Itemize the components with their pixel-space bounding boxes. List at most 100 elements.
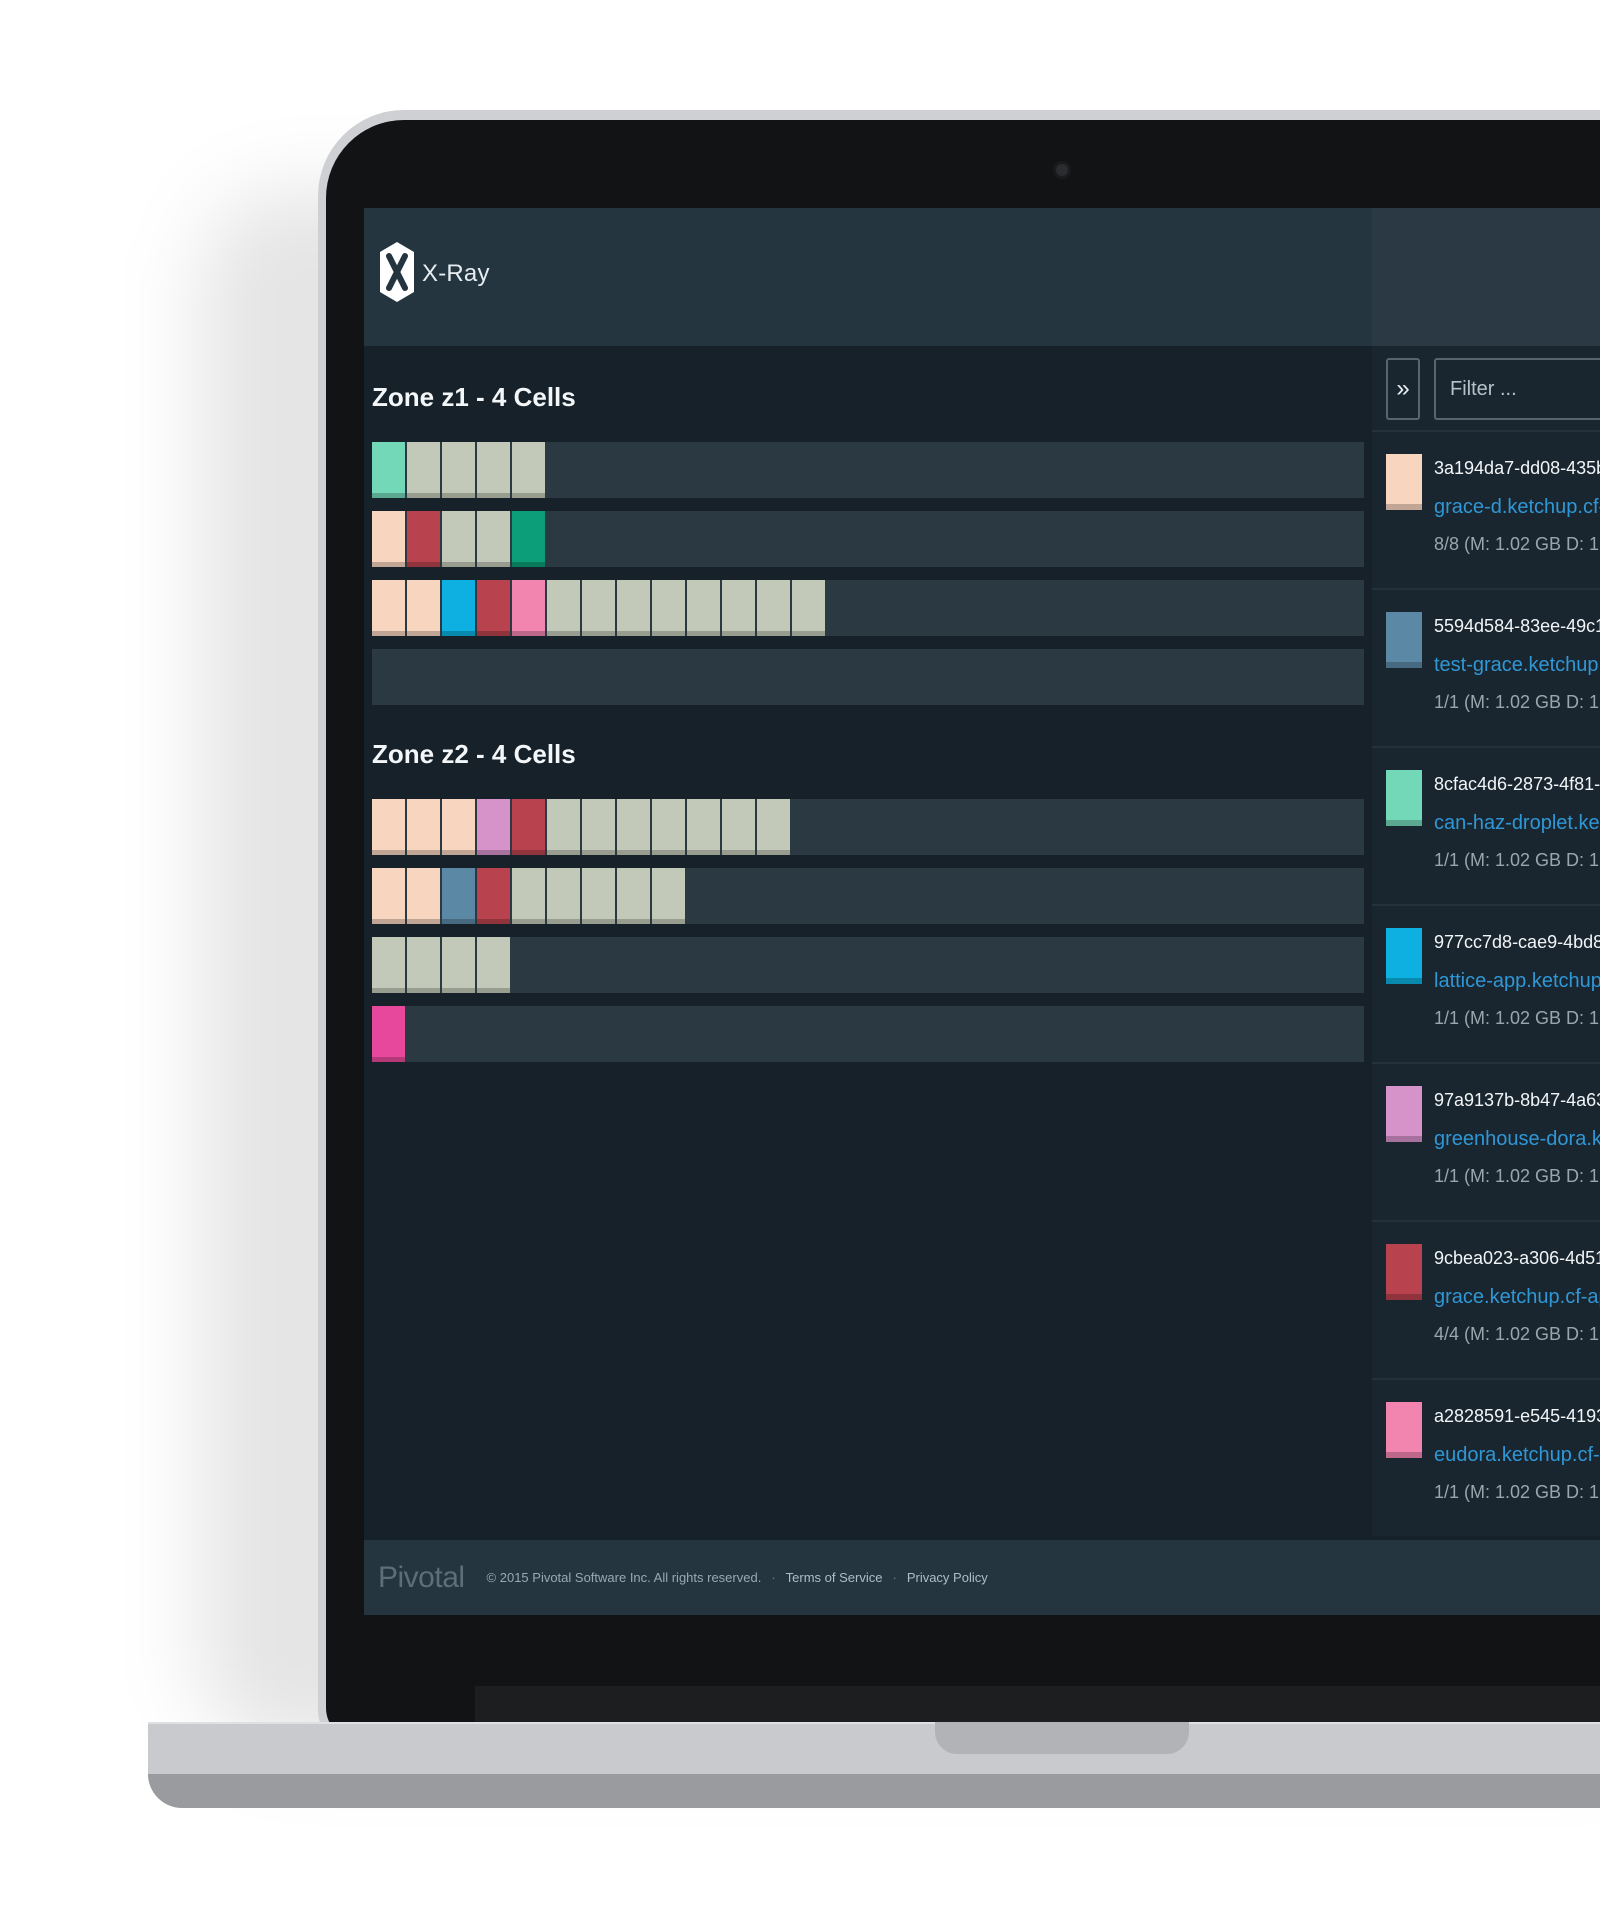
laptop-base [148,1722,1600,1776]
empty-slot [512,868,545,924]
process-list-item[interactable]: 5594d584-83ee-49c1-823 test-grace.ketchup… [1372,588,1600,746]
pivotal-logo: Pivotal [378,1560,465,1594]
process-guid: 9cbea023-a306-4d51-86ff [1434,1248,1600,1268]
cell-bar[interactable] [372,511,1364,567]
terms-of-service-link[interactable]: Terms of Service [786,1570,883,1585]
process-list-item[interactable]: 8cfac4d6-2873-4f81-9993 can-haz-droplet.k… [1372,746,1600,904]
process-route-link[interactable]: grace-d.ketchup.cf-app.c [1434,496,1600,519]
empty-slot [442,937,475,993]
empty-slot [477,511,510,567]
empty-slot [407,937,440,993]
process-guid: 977cc7d8-cae9-4bd8-acd [1434,932,1600,952]
process-color-swatch [1386,770,1422,826]
zone-title: Zone z1 - 4 Cells [372,382,576,412]
process-instances-meta: 1/1 (M: 1.02 GB D: 1.02 GB [1434,1166,1600,1186]
camera-icon [1056,164,1068,176]
collapse-sidebar-button[interactable]: » [1386,358,1420,420]
empty-slot [652,580,685,636]
lrp-block[interactable] [442,580,475,636]
process-instances-meta: 1/1 (M: 1.02 GB D: 1.02 GB [1434,1482,1600,1502]
process-color-swatch [1386,1402,1422,1458]
lrp-block[interactable] [512,580,545,636]
bezel-lower-strip [475,1686,1600,1722]
empty-slot [547,868,580,924]
empty-slot [617,799,650,855]
lrp-block[interactable] [512,799,545,855]
process-guid: a2828591-e545-4193-84c [1434,1406,1600,1426]
process-color-swatch [1386,1244,1422,1300]
empty-slot [687,580,720,636]
app-title: X-Ray [422,260,490,287]
process-route-link[interactable]: lattice-app.ketchup.cf-ap [1434,970,1600,993]
cell-bar[interactable] [372,937,1364,993]
footer: Pivotal © 2015 Pivotal Software Inc. All… [364,1540,1600,1615]
lrp-block[interactable] [372,799,405,855]
empty-slot [547,799,580,855]
empty-slot [442,442,475,498]
lrp-block[interactable] [407,580,440,636]
empty-slot [617,868,650,924]
process-route-link[interactable]: greenhouse-dora.ketchup [1434,1128,1600,1151]
cell-bar[interactable] [372,799,1364,855]
lrp-block[interactable] [372,442,405,498]
process-instances-meta: 8/8 (M: 1.02 GB D: 1.02 GB [1434,534,1600,554]
empty-slot [442,511,475,567]
empty-slot [372,937,405,993]
process-color-swatch [1386,612,1422,668]
process-list-item[interactable]: 97a9137b-8b47-4a63-9f4 greenhouse-dora.ke… [1372,1062,1600,1220]
process-color-swatch [1386,1086,1422,1142]
empty-slot [722,580,755,636]
lrp-block[interactable] [477,799,510,855]
app-header: X-Ray [364,208,1600,346]
app-screen: X-Ray Zone z1 - 4 Cells Zone z2 - 4 Cells… [364,208,1600,1615]
cell-bar[interactable] [372,1006,1364,1062]
lrp-block[interactable] [442,799,475,855]
lrp-block[interactable] [477,868,510,924]
process-instances-meta: 1/1 (M: 1.02 GB D: 1.02 GB [1434,850,1600,870]
lrp-block[interactable] [372,868,405,924]
footer-separator: · [892,1570,897,1585]
lrp-block[interactable] [407,511,440,567]
lrp-block[interactable] [372,580,405,636]
process-route-link[interactable]: can-haz-droplet.ketchup. [1434,812,1600,835]
cell-bar[interactable] [372,580,1364,636]
process-route-link[interactable]: test-grace.ketchup.cf-app [1434,654,1600,677]
process-route-link[interactable]: grace.ketchup.cf-app.con [1434,1286,1600,1309]
lrp-block[interactable] [372,1006,405,1062]
empty-slot [547,580,580,636]
cell-bar[interactable] [372,868,1364,924]
copyright-text: © 2015 Pivotal Software Inc. All rights … [486,1570,762,1585]
laptop-mockup: X-Ray Zone z1 - 4 Cells Zone z2 - 4 Cells… [0,0,1600,1920]
process-list: 3a194da7-dd08-435b-992 grace-d.ketchup.cf… [1372,430,1600,1536]
lrp-block[interactable] [372,511,405,567]
process-route-link[interactable]: eudora.ketchup.cf-app.co [1434,1444,1600,1467]
lrp-block[interactable] [407,868,440,924]
empty-slot [757,799,790,855]
filter-input[interactable] [1434,358,1600,420]
privacy-policy-link[interactable]: Privacy Policy [907,1570,988,1585]
laptop-notch [935,1722,1189,1754]
empty-slot [792,580,825,636]
process-list-item[interactable]: 9cbea023-a306-4d51-86ff grace.ketchup.cf-… [1372,1220,1600,1378]
cell-bar[interactable] [372,442,1364,498]
process-color-swatch [1386,454,1422,510]
laptop-base-lip [148,1774,1600,1808]
process-guid: 97a9137b-8b47-4a63-9f4 [1434,1090,1600,1110]
empty-slot [687,799,720,855]
process-list-item[interactable]: 977cc7d8-cae9-4bd8-acd lattice-app.ketchu… [1372,904,1600,1062]
cell-bar[interactable] [372,649,1364,705]
lrp-block[interactable] [512,511,545,567]
process-list-item[interactable]: a2828591-e545-4193-84c eudora.ketchup.cf-… [1372,1378,1600,1536]
process-instances-meta: 1/1 (M: 1.02 GB D: 1.02 GB [1434,1008,1600,1028]
xray-logo-icon[interactable] [378,240,416,304]
empty-slot [582,868,615,924]
lrp-block[interactable] [407,799,440,855]
zones-panel: Zone z1 - 4 Cells Zone z2 - 4 Cells [364,346,1372,1615]
process-list-item[interactable]: 3a194da7-dd08-435b-992 grace-d.ketchup.cf… [1372,430,1600,588]
process-guid: 8cfac4d6-2873-4f81-9993 [1434,774,1600,794]
lrp-block[interactable] [477,580,510,636]
process-instances-meta: 4/4 (M: 1.02 GB D: 1.02 GB [1434,1324,1600,1344]
process-instances-meta: 1/1 (M: 1.02 GB D: 1.02 GB [1434,692,1600,712]
empty-slot [407,442,440,498]
lrp-block[interactable] [442,868,475,924]
